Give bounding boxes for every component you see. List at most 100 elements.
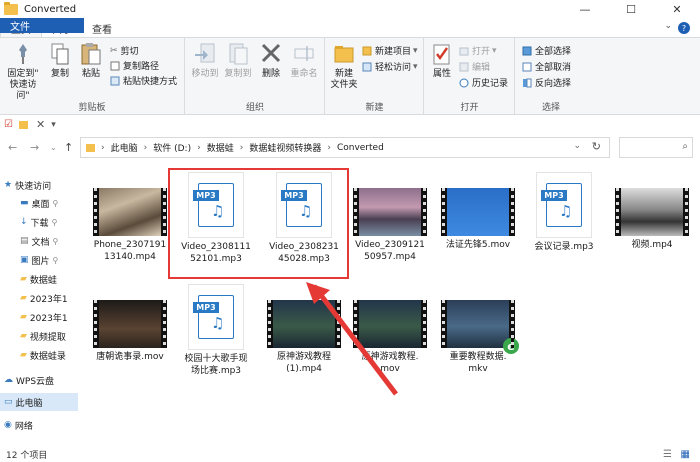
edit-button[interactable]: 编辑 bbox=[459, 60, 490, 73]
tab-file[interactable]: 文件 bbox=[0, 18, 84, 33]
open-icon bbox=[459, 47, 469, 55]
nav-item[interactable]: ▰ 数据蛙 bbox=[0, 270, 78, 288]
nav-item[interactable]: ▰ 视频提取 bbox=[0, 327, 78, 345]
tab-view[interactable]: 查看 bbox=[82, 18, 122, 38]
delete-label: 删除 bbox=[261, 69, 280, 79]
breadcrumb-drive-d[interactable]: 软件 (D:) bbox=[153, 141, 191, 154]
history-button[interactable]: 历史记录 bbox=[459, 76, 508, 89]
nav-item[interactable]: ▭ 此电脑 bbox=[0, 393, 78, 411]
breadcrumb-shujuwa[interactable]: 数据蛙 bbox=[207, 141, 234, 154]
new-group-label: 新建 bbox=[365, 103, 384, 113]
address-bar[interactable]: › 此电脑 › 软件 (D:) › 数据蛙 › 数据蛙视频转换器 › Conve… bbox=[80, 137, 610, 158]
new-folder-small-icon[interactable] bbox=[18, 120, 28, 129]
video-thumbnail bbox=[615, 188, 689, 236]
file-item[interactable]: MP3 ♫ 校园十大歌手现 场比赛.mp3 bbox=[174, 284, 258, 377]
file-item[interactable]: 法证先锋5.mov bbox=[436, 172, 520, 251]
minimize-button[interactable]: — bbox=[562, 0, 608, 18]
maximize-button[interactable]: ☐ bbox=[608, 0, 654, 18]
address-dropdown-icon[interactable]: ⌄ bbox=[573, 141, 581, 151]
breadcrumb-converter[interactable]: 数据蛙视频转换器 bbox=[249, 141, 321, 154]
move-to-button[interactable]: 移动到 bbox=[190, 42, 220, 80]
nav-item[interactable]: ▤ 文档 ⚲ bbox=[0, 232, 78, 250]
nav-item-label: 数据蛙 bbox=[29, 275, 57, 286]
organize-group-label: 组织 bbox=[245, 103, 264, 113]
select-none-icon bbox=[522, 62, 532, 71]
new-item-button[interactable]: 新建项目 ▾ bbox=[362, 44, 418, 57]
close-button[interactable]: ✕ bbox=[654, 0, 700, 18]
copy-to-button[interactable]: 复制到 bbox=[223, 42, 253, 80]
move-to-icon bbox=[195, 43, 215, 63]
details-view-icon[interactable]: ☰ bbox=[663, 449, 672, 460]
large-icons-view-icon[interactable]: ▦ bbox=[681, 449, 690, 460]
quick-access-toolbar: ☑ ✕ ▾ bbox=[0, 116, 700, 133]
open-button[interactable]: 打开 ▾ bbox=[459, 44, 497, 57]
pin-label: 固定到" 快速访问" bbox=[7, 69, 39, 101]
copy-button[interactable]: 复制 bbox=[47, 42, 73, 80]
forward-arrow-icon[interactable]: → bbox=[30, 141, 39, 154]
customize-dropdown-icon[interactable]: ▾ bbox=[51, 120, 56, 130]
search-input[interactable]: ⌕ bbox=[619, 137, 693, 158]
refresh-icon[interactable]: ↻ bbox=[592, 140, 601, 153]
file-name: 重要教程数据. mkv bbox=[449, 352, 507, 374]
file-item[interactable]: MP3 ♫ 会议记录.mp3 bbox=[522, 172, 606, 253]
breadcrumb-converted[interactable]: Converted bbox=[337, 143, 384, 153]
nav-item[interactable]: ◉ 网络 bbox=[0, 416, 78, 434]
properties-check-icon[interactable]: ☑ bbox=[4, 119, 13, 130]
video-thumbnail bbox=[441, 188, 515, 236]
select-none-button[interactable]: 全部取消 bbox=[522, 60, 571, 73]
nav-item-label: 下载 bbox=[30, 218, 49, 229]
nav-item[interactable]: ▰ 2023年1 bbox=[0, 289, 78, 307]
delete-button[interactable]: 删除 bbox=[258, 42, 284, 80]
nav-item[interactable]: ▣ 图片 ⚲ bbox=[0, 251, 78, 269]
search-icon: ⌕ bbox=[682, 141, 688, 152]
up-arrow-icon[interactable]: ↑ bbox=[64, 141, 73, 154]
delete-small-icon[interactable]: ✕ bbox=[36, 118, 45, 131]
file-item[interactable]: Phone_2307191 13140.mp4 bbox=[88, 172, 172, 263]
paste-shortcut-label: 粘贴快捷方式 bbox=[123, 77, 178, 87]
file-item[interactable]: Video_2309121 50957.mp4 bbox=[348, 172, 432, 263]
easy-access-button[interactable]: 轻松访问 ▾ bbox=[362, 60, 418, 73]
select-none-label: 全部取消 bbox=[535, 63, 572, 73]
chevron-down-icon[interactable]: ⌄ bbox=[664, 21, 672, 31]
select-all-button[interactable]: 全部选择 bbox=[522, 44, 571, 57]
nav-item[interactable]: ☁ WPS云盘 bbox=[0, 371, 78, 389]
file-item[interactable]: 视频.mp4 bbox=[610, 172, 694, 251]
folder-icon: ▰ bbox=[20, 274, 27, 284]
breadcrumb-this-pc[interactable]: 此电脑 bbox=[111, 141, 138, 154]
invert-selection-button[interactable]: 反向选择 bbox=[522, 76, 571, 89]
cut-button[interactable]: ✂ 剪切 bbox=[110, 44, 139, 58]
nav-item[interactable]: ▰ 2023年1 bbox=[0, 308, 78, 326]
ribbon: 固定到" 快速访问" 复制 粘贴 ✂ 剪切 复制路径 粘贴快捷方式 剪贴板 移动… bbox=[0, 37, 700, 115]
mp3-tag: MP3 bbox=[193, 302, 219, 313]
invert-selection-label: 反向选择 bbox=[535, 79, 572, 89]
pin-to-quick-access-button[interactable]: 固定到" 快速访问" bbox=[3, 42, 43, 102]
nav-item[interactable]: ↓ 下载 ⚲ bbox=[0, 213, 78, 231]
organize-group: 移动到 复制到 删除 重命名 组织 bbox=[186, 38, 325, 115]
file-item[interactable]: e 重要教程数据. mkv bbox=[436, 284, 520, 375]
history-label: 历史记录 bbox=[472, 79, 509, 89]
recent-locations-chevron-icon[interactable]: ⌄ bbox=[50, 143, 57, 152]
paste-button[interactable]: 粘贴 bbox=[78, 42, 104, 80]
video-thumbnail bbox=[93, 188, 167, 236]
file-name: 视频.mp4 bbox=[631, 240, 673, 250]
rename-button[interactable]: 重命名 bbox=[288, 42, 320, 80]
file-name: 唐朝诡事录.mov bbox=[96, 352, 164, 362]
properties-button[interactable]: 属性 bbox=[429, 42, 455, 80]
music-note-icon: ♫ bbox=[559, 202, 573, 220]
mp3-file-icon: MP3 ♫ bbox=[188, 284, 244, 350]
paste-label: 粘贴 bbox=[81, 69, 100, 79]
pin-icon: ⚲ bbox=[51, 217, 58, 227]
paste-shortcut-button[interactable]: 粘贴快捷方式 bbox=[110, 74, 177, 87]
nav-item[interactable]: ▰ 数据蛙录 bbox=[0, 346, 78, 364]
paste-icon bbox=[81, 43, 101, 65]
nav-item-label: 2023年1 bbox=[29, 313, 68, 324]
file-item[interactable]: 唐朝诡事录.mov bbox=[88, 284, 172, 363]
help-icon[interactable]: ? bbox=[678, 22, 690, 34]
copy-path-button[interactable]: 复制路径 bbox=[110, 59, 159, 72]
nav-item[interactable]: ★ 快速访问 bbox=[0, 176, 78, 194]
nav-item-label: 此电脑 bbox=[15, 398, 43, 409]
copy-label: 复制 bbox=[50, 69, 69, 79]
new-folder-button[interactable]: 新建 文件夹 bbox=[328, 42, 360, 91]
nav-item[interactable]: ▬ 桌面 ⚲ bbox=[0, 194, 78, 212]
back-arrow-icon[interactable]: ← bbox=[8, 141, 17, 154]
